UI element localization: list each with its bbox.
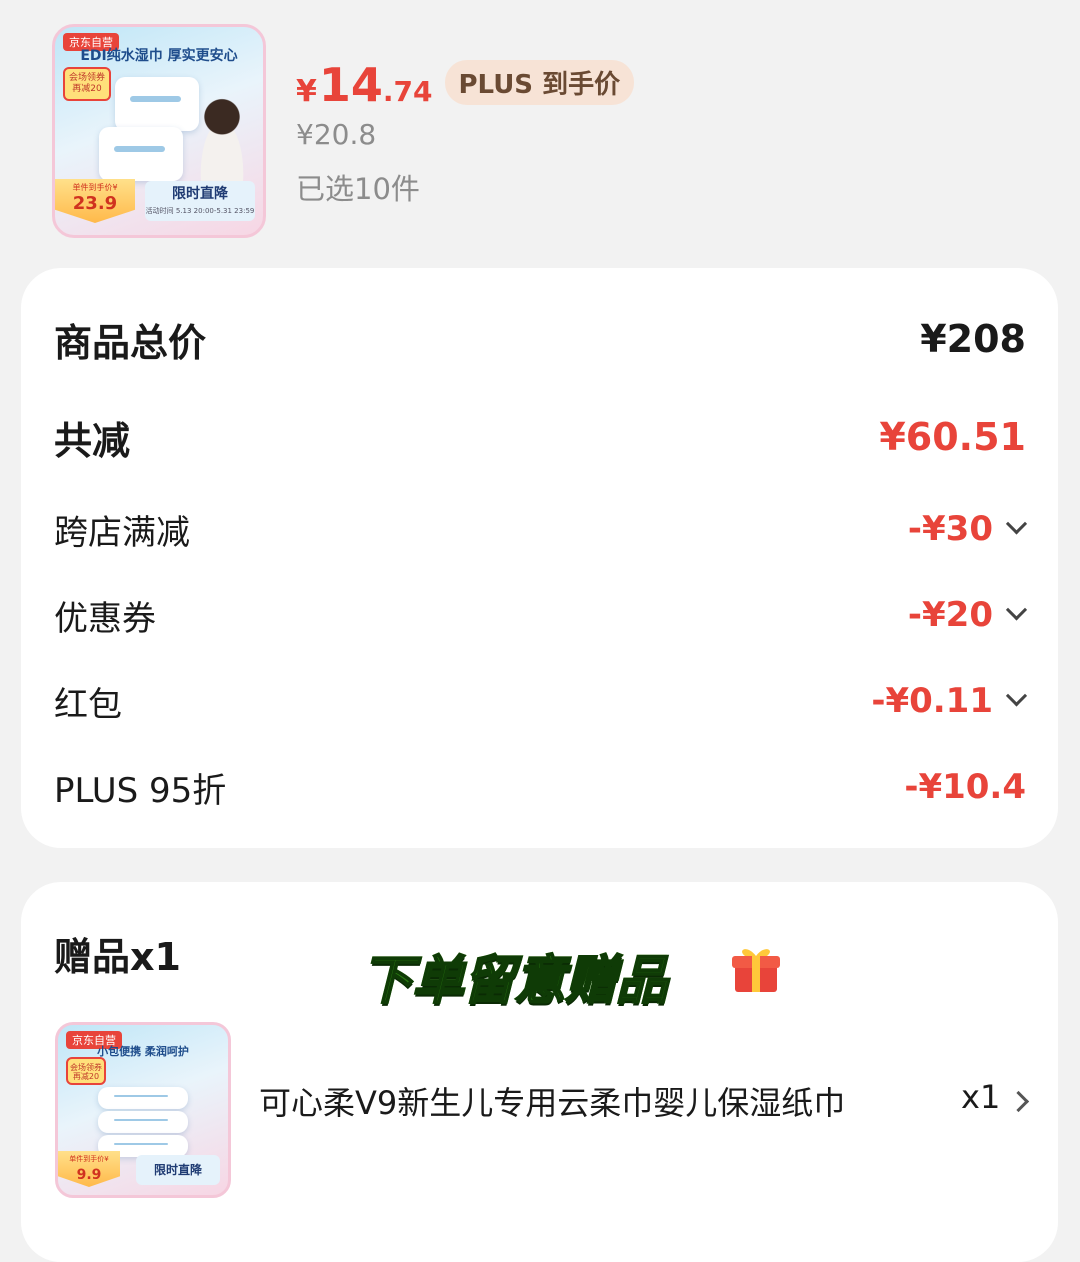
product-image-title: EDI纯水湿巾 厚实更安心 (80, 48, 238, 64)
discount-value: ¥60.51 (879, 415, 1026, 459)
price-decimal: .74 (382, 75, 433, 108)
chevron-down-icon[interactable] (1005, 598, 1028, 620)
discount-label: 共减 (54, 418, 131, 463)
limited-time-text: 活动时间 5.13 20:00-5.31 23:59 (145, 207, 255, 215)
coupon-stamp: 会场领券再减20 (66, 1057, 106, 1085)
gift-card: 赠品x1 下单留意赠品 京东自营 小包便携 柔润呵护 会场领券再减20 单件到手… (21, 882, 1058, 1262)
chevron-down-icon[interactable] (1005, 512, 1028, 534)
plus-price-tag: PLUS 到手价 (444, 59, 635, 105)
discount-item-label: 跨店满减 (54, 512, 190, 553)
tissue-pack-image (98, 1087, 188, 1109)
gift-title: 赠品x1 (54, 935, 181, 979)
product-strip: 京东自营 EDI纯水湿巾 厚实更安心 会场领券再减20 单件到手价¥ 23.9 … (0, 0, 1080, 262)
wipes-pack-image (99, 127, 183, 181)
discount-item-label: PLUS 95折 (54, 770, 227, 811)
gift-box-icon (732, 949, 780, 992)
discount-item-value: -¥0.11 (871, 681, 1028, 721)
discount-item-value: -¥20 (907, 595, 1028, 635)
unit-price-badge: 单件到手价¥ 23.9 (55, 179, 135, 223)
tissue-pack-image (98, 1111, 188, 1133)
discount-item-value: -¥30 (907, 509, 1028, 549)
product-image[interactable]: 京东自营 EDI纯水湿巾 厚实更安心 会场领券再减20 单件到手价¥ 23.9 … (52, 24, 266, 238)
selected-quantity: 已选10件 (296, 172, 420, 206)
discount-item-red-packet[interactable]: 红包 -¥0.11 (54, 676, 1028, 726)
limited-time-label: 限时直降 (136, 1155, 220, 1185)
badge-caption: 单件到手价¥ (72, 183, 118, 192)
discount-item-cross-store[interactable]: 跨店满减 -¥30 (54, 504, 1028, 554)
total-label: 商品总价 (54, 320, 207, 365)
chevron-right-icon[interactable] (1007, 1090, 1030, 1113)
total-value: ¥208 (920, 317, 1026, 361)
discount-row: 共减 ¥60.51 (54, 412, 1026, 463)
badge-price: 23.9 (72, 193, 118, 214)
badge-caption: 单件到手价¥ (69, 1155, 109, 1163)
wipes-pack-image (115, 77, 199, 131)
total-row: 商品总价 ¥208 (54, 314, 1026, 365)
price-summary-card: 商品总价 ¥208 共减 ¥60.51 跨店满减 -¥30 优惠券 -¥20 红… (21, 268, 1058, 848)
current-price: ¥ 14 .74 PLUS 到手价 (296, 58, 635, 114)
unit-price-badge: 单件到手价¥ 9.9 (58, 1151, 120, 1187)
discount-item-coupon[interactable]: 优惠券 -¥20 (54, 590, 1028, 640)
discount-item-amount: -¥20 (907, 595, 993, 635)
discount-item-value: -¥10.4 (904, 767, 1026, 807)
price-currency: ¥ (296, 74, 317, 109)
discount-item-plus: PLUS 95折 -¥10.4 (54, 762, 1026, 812)
gift-name[interactable]: 可心柔V9新生儿专用云柔巾婴儿保湿纸巾 (259, 1078, 899, 1124)
coupon-stamp: 会场领券再减20 (63, 67, 111, 101)
discount-item-label: 红包 (54, 684, 122, 725)
badge-price: 9.9 (76, 1167, 102, 1183)
limited-time-label: 限时直降 活动时间 5.13 20:00-5.31 23:59 (145, 181, 255, 221)
discount-item-label: 优惠券 (54, 598, 156, 639)
original-price: ¥20.8 (296, 118, 377, 151)
price-integer: 14 (318, 58, 383, 112)
chevron-down-icon[interactable] (1005, 684, 1028, 706)
gift-image[interactable]: 京东自营 小包便携 柔润呵护 会场领券再减20 单件到手价¥ 9.9 限时直降 (55, 1022, 231, 1198)
discount-item-amount: -¥0.11 (871, 681, 993, 721)
limited-text: 限时直降 (172, 186, 228, 202)
gift-banner: 下单留意赠品 (360, 938, 669, 1013)
gift-quantity: x1 (961, 1078, 1001, 1116)
discount-item-amount: -¥30 (907, 509, 993, 549)
